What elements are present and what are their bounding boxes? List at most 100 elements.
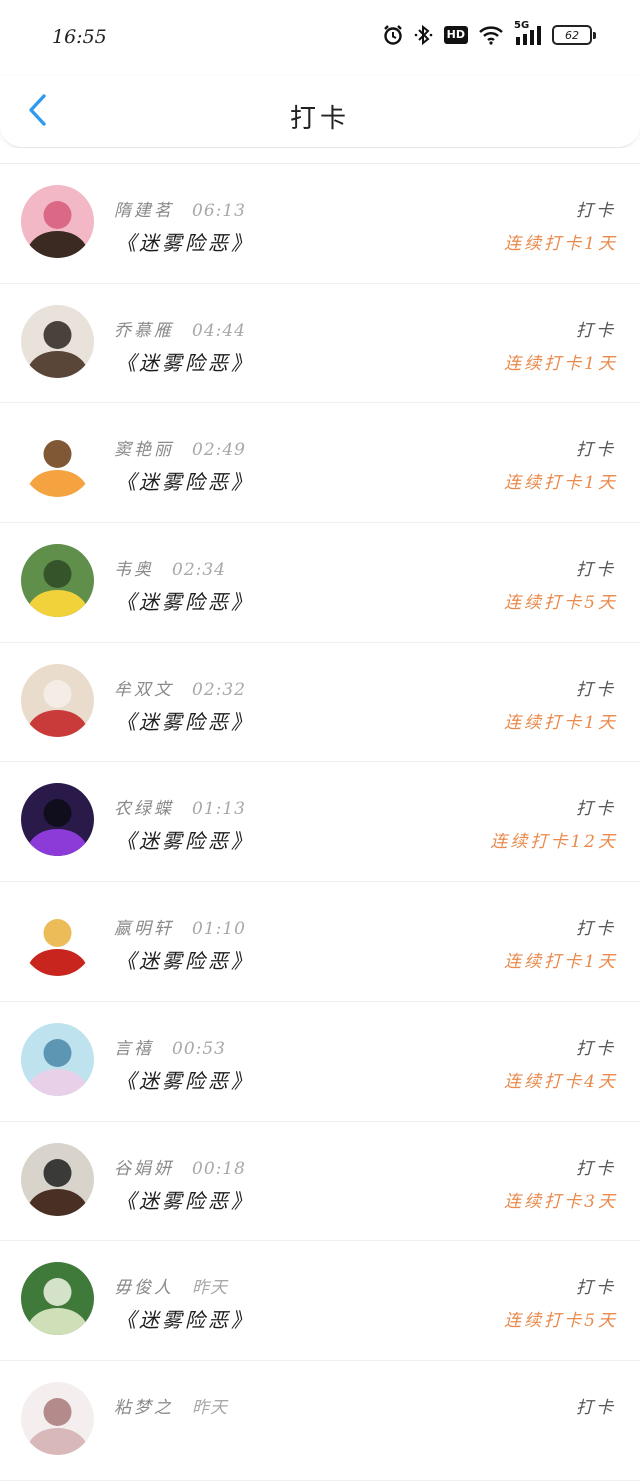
checkin-label: 打卡 <box>576 1278 616 1299</box>
checkin-time: 昨天 <box>192 1278 228 1299</box>
checkin-row[interactable]: 韦奥 02:34 《迷雾险恶》 打卡连续打卡5天 <box>0 523 640 643</box>
checkin-time: 昨天 <box>192 1397 228 1418</box>
user-info-line: 隋建茗 06:13 <box>114 196 246 221</box>
avatar-man-purple-light[interactable] <box>21 783 94 857</box>
avatar-girls-sunflowers[interactable] <box>21 544 94 618</box>
cellular-signal-icon: 5G <box>514 20 542 46</box>
avatar-red-phoenix-emblem[interactable] <box>21 903 94 977</box>
checkin-time: 02:34 <box>172 560 226 581</box>
checkin-label: 打卡 <box>576 320 616 341</box>
checkin-time: 01:13 <box>192 799 246 820</box>
avatar-woman-pink-photo[interactable] <box>21 185 94 258</box>
alarm-icon <box>382 24 404 46</box>
streak-count: 连续打卡1天 <box>504 473 618 494</box>
checkin-label: 打卡 <box>576 1038 616 1059</box>
user-name[interactable]: 言禧 <box>114 1039 154 1059</box>
checkin-row[interactable]: 牟双文 02:32 《迷雾险恶》 打卡连续打卡1天 <box>0 643 640 763</box>
avatar-child-with-dog[interactable] <box>21 304 94 378</box>
book-title: 《迷雾险恶》 <box>116 949 254 974</box>
user-info-line: 韦奥 02:34 <box>114 555 226 580</box>
streak-count: 连续打卡1天 <box>504 234 618 254</box>
streak-count: 连续打卡1天 <box>504 712 618 733</box>
book-title: 《迷雾险恶》 <box>116 590 254 615</box>
book-title: 《迷雾险恶》 <box>116 231 254 255</box>
checkin-time: 00:18 <box>192 1158 246 1179</box>
streak-count: 连续打卡12天 <box>490 832 618 853</box>
avatar-cartoon-tiger[interactable] <box>21 424 94 498</box>
checkin-row[interactable]: 粘梦之 昨天 打卡 <box>0 1361 640 1481</box>
status-time: 16:55 <box>52 26 107 48</box>
avatar-ink-drawing[interactable] <box>21 1381 94 1455</box>
status-bar: 16:55 HD 5G 62 <box>0 0 640 76</box>
user-name[interactable]: 隋建茗 <box>114 201 174 221</box>
checkin-label: 打卡 <box>576 799 616 820</box>
top-app-bar: 打卡 <box>0 76 640 148</box>
checkin-label: 打卡 <box>576 919 616 940</box>
user-info-line: 牟双文 02:32 <box>114 675 246 700</box>
checkin-row[interactable]: 隋建茗 06:13 《迷雾险恶》 打卡连续打卡1天 <box>0 164 640 284</box>
checkin-row[interactable]: 乔慕雁 04:44 《迷雾险恶》 打卡连续打卡1天 <box>0 284 640 404</box>
streak-count: 连续打卡5天 <box>504 593 618 614</box>
checkin-list: 隋建茗 06:13 《迷雾险恶》 打卡 连续打卡1天 乔慕雁 04:44 《迷雾险恶》 打卡 连续… <box>0 164 640 1481</box>
checkin-time: 04:44 <box>192 320 246 341</box>
checkin-row[interactable]: 窦艳丽 02:49 《迷雾险恶》 打卡连续打卡1天 <box>0 403 640 524</box>
user-info-line: 言禧 00:53 <box>114 1034 226 1059</box>
user-info-line: 粘梦之 昨天 <box>114 1393 228 1418</box>
book-title: 《迷雾险恶》 <box>116 709 254 734</box>
checkin-time: 02:49 <box>192 440 246 461</box>
checkin-row[interactable]: 嬴明轩 01:10 《迷雾险恶》 打卡连续打卡1天 <box>0 882 640 1002</box>
checkin-row[interactable]: 言禧 00:53 《迷雾险恶》 打卡连续打卡4天 <box>0 1002 640 1122</box>
user-name[interactable]: 窦艳丽 <box>114 440 174 460</box>
streak-count: 连续打卡1天 <box>504 353 618 374</box>
user-info-line: 乔慕雁 04:44 <box>114 316 246 341</box>
streak-count: 连续打卡3天 <box>504 1191 618 1212</box>
avatar-anime-girl[interactable] <box>21 1022 94 1096</box>
checkin-time: 06:13 <box>192 201 246 221</box>
battery-indicator: 62 <box>552 25 596 45</box>
book-title: 《迷雾险恶》 <box>116 1068 254 1093</box>
user-info-line: 谷娟妍 00:18 <box>114 1154 246 1179</box>
checkin-label: 打卡 <box>576 560 616 581</box>
checkin-row[interactable]: 毋俊人 昨天《迷雾险恶》 打卡连续打卡5天 <box>0 1241 640 1361</box>
streak-count: 连续打卡1天 <box>504 952 618 973</box>
avatar-boy-portrait[interactable] <box>21 1142 94 1216</box>
checkin-row[interactable]: 谷娟妍 00:18 《迷雾险恶》 打卡连续打卡3天 <box>0 1122 640 1242</box>
avatar-woman-red-white[interactable] <box>21 663 94 737</box>
hd-badge: HD <box>443 26 468 44</box>
page-title: 打卡 <box>289 104 350 134</box>
header-divider <box>0 148 640 164</box>
user-name[interactable]: 农绿蝶 <box>114 799 174 819</box>
checkin-row[interactable]: 农绿蝶 01:13 《迷雾险恶》 打卡连续打卡12天 <box>0 762 640 883</box>
user-name[interactable]: 乔慕雁 <box>114 321 174 341</box>
user-name[interactable]: 谷娟妍 <box>114 1159 174 1179</box>
user-info-line: 毋俊人 昨天 <box>114 1273 228 1298</box>
user-info-line: 窦艳丽 02:49 <box>114 435 246 460</box>
wifi-icon <box>478 25 504 45</box>
checkin-time: 02:32 <box>192 679 246 700</box>
checkin-label: 打卡 <box>576 201 616 221</box>
user-info-line: 嬴明轩 01:10 <box>114 914 246 939</box>
checkin-label: 打卡 <box>576 1158 616 1179</box>
book-title: 《迷雾险恶》 <box>116 350 254 375</box>
checkin-time: 00:53 <box>172 1038 226 1059</box>
book-title: 《迷雾险恶》 <box>116 829 254 854</box>
avatar-garden-figure[interactable] <box>21 1262 94 1336</box>
user-name[interactable]: 牟双文 <box>114 680 174 700</box>
status-icons: HD 5G 62 <box>382 20 598 46</box>
book-title: 《迷雾险恶》 <box>116 470 254 495</box>
user-name[interactable]: 韦奥 <box>114 560 154 580</box>
book-title: 《迷雾险恶》 <box>116 1308 254 1333</box>
streak-count: 连续打卡4天 <box>504 1071 618 1092</box>
checkin-time: 01:10 <box>192 919 246 940</box>
user-name[interactable]: 粘梦之 <box>114 1398 174 1418</box>
network-type: 5G <box>514 20 530 31</box>
user-name[interactable]: 毋俊人 <box>114 1278 174 1298</box>
checkin-label: 打卡 <box>576 679 616 700</box>
checkin-label: 打卡 <box>576 1397 616 1418</box>
bluetooth-icon <box>414 24 434 46</box>
checkin-label: 打卡 <box>576 440 616 461</box>
streak-count: 连续打卡5天 <box>504 1311 618 1332</box>
user-info-line: 农绿蝶 01:13 <box>114 794 246 819</box>
book-title: 《迷雾险恶》 <box>116 1188 254 1213</box>
user-name[interactable]: 嬴明轩 <box>114 919 174 939</box>
